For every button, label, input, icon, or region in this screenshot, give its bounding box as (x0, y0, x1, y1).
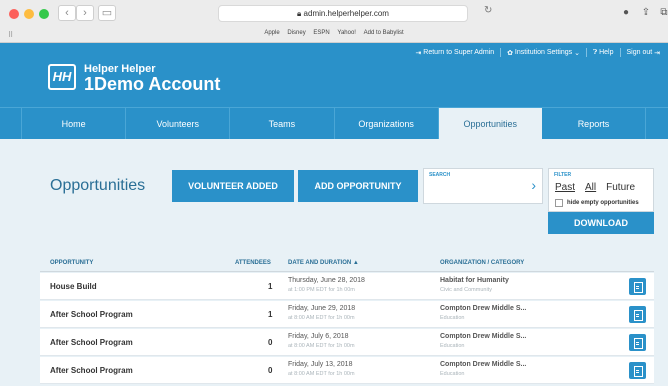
filter-all[interactable]: All (585, 182, 596, 193)
nav-edge (0, 108, 22, 139)
category-name: Civic and Community (440, 287, 492, 293)
institution-settings-link[interactable]: Institution Settings (515, 49, 572, 56)
shield-icon[interactable]: ● (616, 5, 636, 21)
table-header: OPPORTUNITY ATTENDEES DATE AND DURATION … (40, 256, 654, 272)
filter-options: Past All Future (555, 182, 645, 193)
chevron-right-icon[interactable]: › (531, 177, 536, 193)
table-row[interactable]: House Build 1 Thursday, June 28, 2018 at… (40, 273, 654, 300)
category-name: Education (440, 343, 465, 349)
category-name: Education (440, 371, 465, 377)
organization-name[interactable]: Compton Drew Middle S... (440, 305, 526, 312)
nav-organizations[interactable]: Organizations (335, 108, 439, 139)
search-label: SEARCH (429, 172, 451, 178)
download-button[interactable]: DOWNLOAD (548, 212, 654, 234)
main-nav: Home Volunteers Teams Organizations Oppo… (0, 107, 668, 139)
table-row[interactable]: After School Program 0 Friday, July 6, 2… (40, 329, 654, 356)
lock-icon: 🔒︎ (297, 9, 302, 18)
page-title: Opportunities (50, 177, 146, 194)
settings-icon: ✿ (507, 49, 515, 57)
document-icon[interactable] (629, 306, 646, 323)
url-text: admin.helperhelper.com (303, 9, 389, 18)
nav-edge (646, 108, 668, 139)
filter-past[interactable]: Past (555, 182, 575, 193)
opportunity-date: Friday, July 13, 2018 (288, 361, 353, 368)
reload-icon[interactable]: ↻ (484, 5, 492, 16)
filter-panel: FILTER Past All Future hide empty opportun… (548, 168, 654, 212)
favorites-bar: Apple Disney ESPN Yahoo! Add to Babylist (0, 30, 668, 36)
attendees-count: 1 (268, 310, 273, 319)
hide-empty-label: hide empty opportunities (567, 200, 639, 206)
return-link[interactable]: Return to Super Admin (423, 49, 494, 56)
opportunity-duration: at 8:00 AM EDT for 1h 00m (288, 343, 355, 349)
document-icon[interactable] (629, 334, 646, 351)
opportunity-duration: at 8:00 AM EDT for 1h 00m (288, 371, 355, 377)
signout-link[interactable]: Sign out (627, 49, 653, 56)
hide-empty-checkbox[interactable] (555, 199, 563, 207)
document-icon[interactable] (629, 278, 646, 295)
forward-icon[interactable]: › (76, 5, 94, 21)
opportunity-date: Friday, July 6, 2018 (288, 333, 349, 340)
opportunity-title[interactable]: House Build (50, 282, 97, 291)
hide-empty-option[interactable]: hide empty opportunities (555, 199, 639, 207)
logo[interactable]: HH (48, 64, 76, 90)
account-name: 1Demo Account (84, 74, 221, 94)
add-opportunity-button[interactable]: ADD OPPORTUNITY (298, 170, 418, 202)
nav-home[interactable]: Home (22, 108, 127, 139)
attendees-count: 0 (268, 366, 273, 375)
filter-label: FILTER (554, 172, 572, 178)
opportunity-duration: at 8:00 AM EDT for 1h 00m (288, 315, 355, 321)
maximize-window-button[interactable] (39, 9, 49, 19)
chevron-down-icon: ⌄ (572, 49, 580, 57)
divider (585, 48, 587, 57)
divider (500, 48, 502, 57)
signout-icon: ⇥ (652, 49, 660, 57)
share-icon[interactable]: ⇪ (636, 5, 656, 21)
table-row[interactable]: After School Program 0 Friday, July 13, … (40, 357, 654, 384)
attendees-count: 0 (268, 338, 273, 347)
help-link[interactable]: Help (599, 49, 613, 56)
attendees-count: 1 (268, 282, 273, 291)
opportunity-date: Thursday, June 28, 2018 (288, 277, 365, 284)
category-name: Education (440, 315, 465, 321)
organization-name[interactable]: Compton Drew Middle S... (440, 361, 526, 368)
return-icon: ⇥ (415, 49, 424, 57)
organization-name[interactable]: Habitat for Humanity (440, 277, 509, 284)
browser-chrome: ‹ › ▭ 🔒︎ admin.helperhelper.com ↻ ● ⇪ ⧉ … (0, 0, 668, 43)
document-icon[interactable] (629, 362, 646, 379)
back-icon[interactable]: ‹ (58, 5, 76, 21)
sidebar-icon[interactable]: ▭ (98, 5, 116, 21)
tabs-icon[interactable]: ⧉ (654, 5, 668, 21)
fav-disney[interactable]: Disney (287, 30, 305, 36)
nav-opportunities[interactable]: Opportunities (438, 108, 542, 139)
opportunity-date: Friday, June 29, 2018 (288, 305, 356, 312)
fav-babylist[interactable]: Add to Babylist (364, 30, 404, 36)
opportunity-title[interactable]: After School Program (50, 338, 133, 347)
search-input[interactable]: SEARCH › (423, 168, 543, 204)
nav-reports[interactable]: Reports (542, 108, 647, 139)
address-bar[interactable]: 🔒︎ admin.helperhelper.com (218, 5, 468, 22)
col-date[interactable]: DATE AND DURATION ▲ (288, 260, 359, 266)
minimize-window-button[interactable] (24, 9, 34, 19)
organization-name[interactable]: Compton Drew Middle S... (440, 333, 526, 340)
col-opportunity[interactable]: OPPORTUNITY (50, 260, 93, 266)
table-row[interactable]: After School Program 1 Friday, June 29, … (40, 301, 654, 328)
col-attendees[interactable]: ATTENDEES (235, 260, 271, 266)
nav-teams[interactable]: Teams (230, 108, 335, 139)
fav-apple[interactable]: Apple (264, 30, 279, 36)
opportunity-title[interactable]: After School Program (50, 310, 133, 319)
volunteer-added-button[interactable]: VOLUNTEER ADDED (172, 170, 294, 202)
filter-future[interactable]: Future (606, 182, 635, 193)
nav-volunteers[interactable]: Volunteers (126, 108, 231, 139)
opportunity-title[interactable]: After School Program (50, 366, 133, 375)
col-org[interactable]: ORGANIZATION / CATEGORY (440, 260, 524, 266)
fav-yahoo[interactable]: Yahoo! (337, 30, 356, 36)
top-links: ⇥ Return to Super Admin ✿ Institution Se… (415, 48, 660, 57)
opportunity-duration: at 1:00 PM EDT for 1h 00m (288, 287, 355, 293)
close-window-button[interactable] (9, 9, 19, 19)
divider (619, 48, 621, 57)
fav-espn[interactable]: ESPN (313, 30, 329, 36)
